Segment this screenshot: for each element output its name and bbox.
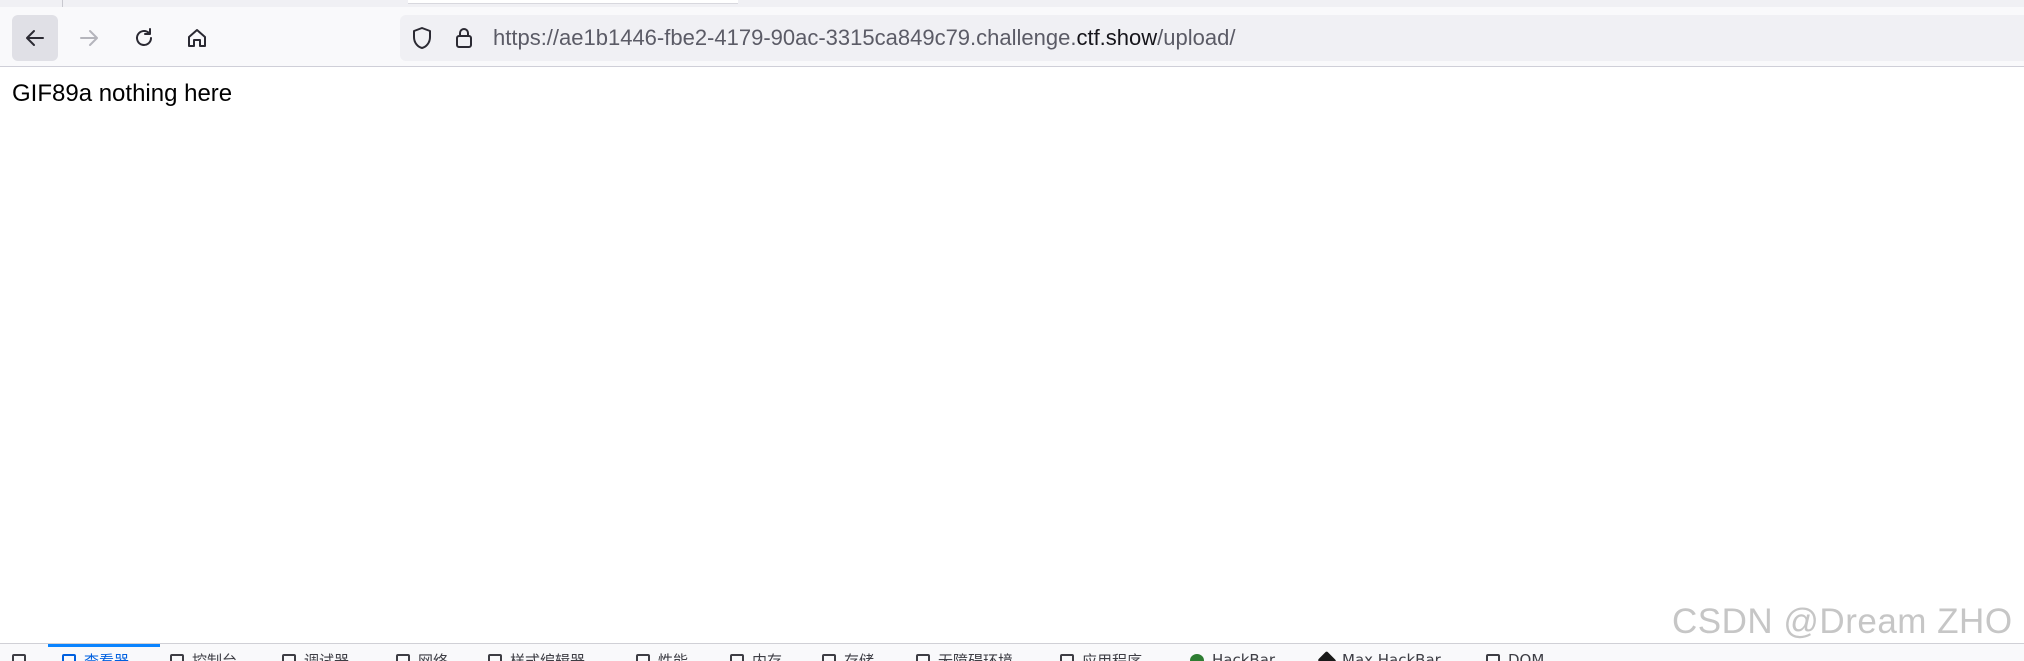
forward-button[interactable] [66, 15, 112, 61]
devtools-tab-label: 应用程序 [1082, 650, 1142, 661]
devtools-tab-label: 内存 [752, 650, 782, 661]
watermark: CSDN @Dream ZHO [1672, 602, 2013, 642]
active-tab-indicator [48, 644, 160, 647]
reload-button[interactable] [121, 15, 167, 61]
devtools-tab-label: 无障碍环境 [938, 650, 1013, 661]
devtools-tab-label: 性能 [658, 650, 688, 661]
address-bar[interactable]: https://ae1b1446-fbe2-4179-90ac-3315ca84… [400, 15, 2024, 61]
devtools-tab-label: 存储 [844, 650, 874, 661]
devtools-tab-hackbar[interactable]: HackBar [1190, 650, 1275, 661]
devtools-tab-console[interactable]: 控制台 [170, 650, 237, 661]
devtools-tab-style-editor[interactable]: 样式编辑器 [488, 650, 585, 661]
devtools-tab-label: 网络 [418, 650, 448, 661]
tab-strip [0, 0, 2024, 7]
shield-icon[interactable] [410, 26, 434, 50]
devtools-tab-label: 控制台 [192, 650, 237, 661]
devtools-tab-accessibility[interactable]: 无障碍环境 [916, 650, 1013, 661]
reload-icon [132, 26, 156, 50]
page-body-text: GIF89a nothing here [12, 80, 232, 108]
devtools-tab-dom[interactable]: DOM [1486, 650, 1544, 661]
devtools-tab-debugger[interactable]: 调试器 [282, 650, 349, 661]
url-text[interactable]: https://ae1b1446-fbe2-4179-90ac-3315ca84… [493, 15, 1235, 61]
url-prefix: https://ae1b1446-fbe2-4179-90ac-3315ca84… [493, 25, 1076, 50]
devtools-tab-bar: 查看器 控制台 调试器 网络 样式编辑器 性能 内存 存储 无障碍环境 应用程序… [0, 643, 2024, 661]
home-button[interactable] [174, 15, 220, 61]
devtools-tab-label: 查看器 [84, 650, 129, 661]
max-hackbar-icon [1317, 650, 1336, 661]
arrow-left-icon [23, 26, 47, 50]
devtools-tab-label: 调试器 [304, 650, 349, 661]
devtools-tab-memory[interactable]: 内存 [730, 650, 782, 661]
back-button[interactable] [12, 15, 58, 61]
devtools-tab-inspector[interactable]: 查看器 [62, 650, 129, 661]
browser-toolbar: https://ae1b1446-fbe2-4179-90ac-3315ca84… [0, 7, 2024, 67]
url-path: /upload/ [1157, 25, 1235, 50]
lock-icon[interactable] [452, 26, 476, 50]
devtools-tab-storage[interactable]: 存储 [822, 650, 874, 661]
url-domain: ctf.show [1076, 25, 1157, 50]
home-icon [185, 26, 209, 50]
devtools-tab-application[interactable]: 应用程序 [1060, 650, 1142, 661]
devtools-tab-max-hackbar[interactable]: Max HackBar [1320, 650, 1441, 661]
arrow-right-icon [77, 26, 101, 50]
devtools-tab-performance[interactable]: 性能 [636, 650, 688, 661]
devtools-pick-element[interactable] [12, 650, 34, 661]
devtools-tab-network[interactable]: 网络 [396, 650, 448, 661]
devtools-tab-label: 样式编辑器 [510, 650, 585, 661]
tab-separator [62, 0, 63, 7]
active-tab-edge[interactable] [408, 0, 738, 4]
